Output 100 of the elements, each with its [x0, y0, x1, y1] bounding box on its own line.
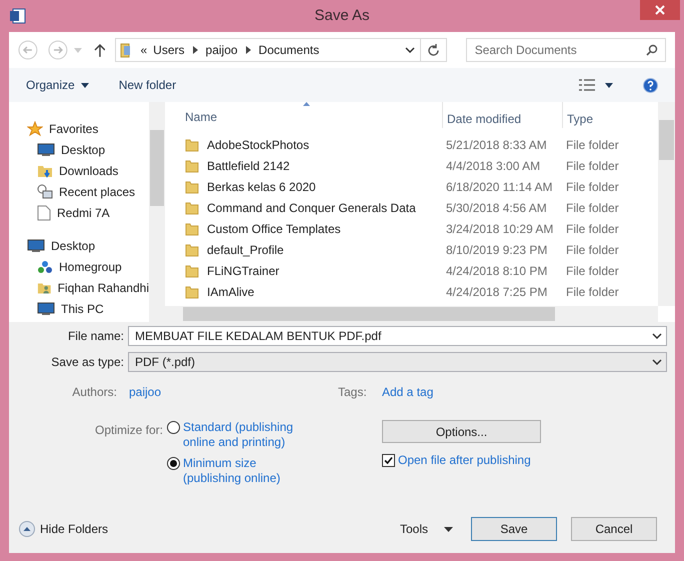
- date-cell-text: 8/10/2019 9:23 PM: [445, 242, 548, 258]
- refresh-icon[interactable]: [426, 44, 440, 56]
- type-cell-text: File folder: [565, 136, 619, 154]
- sidebar-group[interactable]: Favorites: [49, 120, 98, 138]
- column-header[interactable]: Name: [165, 104, 442, 126]
- save-button[interactable]: Save: [471, 517, 557, 541]
- field-label: Optimize for:: [94, 422, 164, 439]
- cancel-button[interactable]: Cancel: [571, 517, 657, 541]
- column-header[interactable]: Date modified: [442, 102, 562, 128]
- sidebar-item[interactable]: Redmi 7A: [57, 204, 110, 222]
- horizontal-scrollbar[interactable]: [165, 306, 658, 322]
- hide-folders-button[interactable]: Hide Folders: [19, 520, 108, 538]
- vertical-scrollbar[interactable]: [658, 102, 675, 306]
- collapse-up-icon: [19, 521, 35, 537]
- folder-icon: [185, 242, 199, 256]
- chevron-down-icon: [404, 47, 415, 53]
- type-cell-text: File folder: [565, 262, 619, 280]
- monitor-icon: [37, 142, 55, 156]
- scroll-thumb[interactable]: [150, 130, 164, 206]
- file-name[interactable]: Berkas kelas 6 2020: [207, 178, 316, 196]
- date-cell-text: 5/30/2018 4:56 AM: [445, 200, 548, 216]
- field-label: Authors:: [71, 384, 118, 401]
- breadcrumb-overflow[interactable]: «: [140, 41, 148, 59]
- file-name[interactable]: Command and Conquer Generals Data: [207, 198, 416, 216]
- date-cell-text: 5/21/2018 8:33 AM: [445, 136, 548, 154]
- type-cell-text: File folder: [565, 220, 619, 238]
- recent-places-icon: [37, 184, 53, 200]
- breadcrumb-item[interactable]: Documents: [256, 41, 322, 59]
- checkbox[interactable]: [382, 454, 395, 466]
- file-name[interactable]: default_Profile: [207, 240, 284, 258]
- options-button[interactable]: Options...: [382, 420, 541, 443]
- sidebar-item[interactable]: Recent places: [59, 182, 136, 200]
- organize-menu[interactable]: Organize: [26, 76, 89, 94]
- file-name[interactable]: AdobeStockPhotos: [207, 136, 310, 154]
- address-bar[interactable]: « Users paijoo Documents: [115, 38, 447, 62]
- sidebar-item[interactable]: This PC: [61, 300, 104, 318]
- sidebar-item[interactable]: Homegroup: [59, 258, 122, 276]
- chevron-down-icon: [652, 358, 662, 364]
- document-icon: [37, 204, 51, 220]
- folder-icon: [185, 200, 199, 214]
- save-type-dropdown[interactable]: PDF (*.pdf): [128, 352, 667, 372]
- new-folder-button[interactable]: New folder: [118, 76, 176, 94]
- radio-label[interactable]: Standard (publishing online and printing): [183, 420, 303, 450]
- radio-label[interactable]: Minimum size (publishing online): [183, 456, 303, 486]
- view-list-icon[interactable]: [579, 79, 595, 91]
- checkmark-icon: [384, 456, 393, 464]
- sort-arrow-icon: [303, 102, 310, 106]
- file-name[interactable]: FLiNGTrainer: [207, 262, 280, 280]
- checkbox-label[interactable]: Open file after publishing: [398, 451, 531, 469]
- folder-icon: [185, 222, 199, 236]
- close-button[interactable]: [640, 0, 680, 20]
- type-cell-text: File folder: [565, 242, 619, 258]
- sidebar-scrollbar[interactable]: [149, 102, 165, 322]
- sidebar-item[interactable]: Fiqhan Rahandhi: [58, 278, 149, 296]
- caret-down-icon[interactable]: [605, 82, 613, 88]
- sidebar-group[interactable]: Desktop: [51, 236, 96, 254]
- date-cell-text: 3/24/2018 10:29 AM: [445, 220, 554, 238]
- monitor-icon: [37, 302, 55, 316]
- help-icon[interactable]: [643, 78, 658, 92]
- date-cell-text: 6/18/2020 11:14 AM: [445, 178, 554, 196]
- homegroup-icon: [37, 258, 53, 274]
- breadcrumb-arrow-icon: [192, 46, 198, 54]
- file-name[interactable]: IAmAlive: [207, 282, 254, 300]
- star-icon: [27, 120, 43, 136]
- sidebar-item[interactable]: Desktop: [61, 140, 106, 158]
- radio-button[interactable]: [167, 457, 180, 470]
- search-icon: [646, 44, 658, 56]
- field-label: File name:: [66, 328, 125, 344]
- type-cell-text: File folder: [565, 200, 619, 216]
- type-cell-text: File folder: [565, 284, 619, 300]
- field-label: Save as type:: [50, 354, 125, 370]
- folder-icon: [185, 264, 199, 278]
- radio-button[interactable]: [167, 421, 180, 434]
- monitor-icon: [27, 238, 45, 252]
- search-field[interactable]: Search Documents: [466, 38, 666, 62]
- breadcrumb-arrow-icon: [246, 46, 251, 54]
- sidebar-item[interactable]: Downloads: [59, 162, 118, 180]
- chevron-down-icon: [652, 332, 662, 338]
- window-title: Save As: [313, 6, 371, 26]
- caret-down-icon: [80, 82, 89, 88]
- caret-down-icon: [444, 526, 453, 532]
- folder-icon: [185, 284, 199, 298]
- tools-menu[interactable]: Tools: [400, 520, 453, 538]
- date-cell-text: 4/24/2018 7:25 PM: [445, 284, 548, 300]
- type-cell-text: File folder: [565, 158, 619, 174]
- date-cell-text: 4/4/2018 3:00 AM: [445, 158, 542, 174]
- file-name-field[interactable]: MEMBUAT FILE KEDALAM BENTUK PDF.pdf: [128, 326, 667, 346]
- field-label: Tags:: [338, 384, 368, 401]
- authors-link[interactable]: paijoo: [129, 383, 338, 401]
- tags-link[interactable]: Add a tag: [382, 383, 434, 401]
- up-arrow-icon[interactable]: [94, 43, 106, 57]
- type-cell-text: File folder: [565, 178, 619, 196]
- folder-icon: [185, 180, 199, 194]
- folder-icon: [185, 158, 199, 172]
- file-name[interactable]: Battlefield 2142: [207, 156, 290, 174]
- breadcrumb-item[interactable]: paijoo: [202, 41, 241, 59]
- close-icon: [655, 5, 665, 15]
- file-name[interactable]: Custom Office Templates: [207, 220, 341, 238]
- breadcrumb-item[interactable]: Users: [150, 41, 188, 59]
- date-cell-text: 4/24/2018 8:10 PM: [445, 262, 548, 280]
